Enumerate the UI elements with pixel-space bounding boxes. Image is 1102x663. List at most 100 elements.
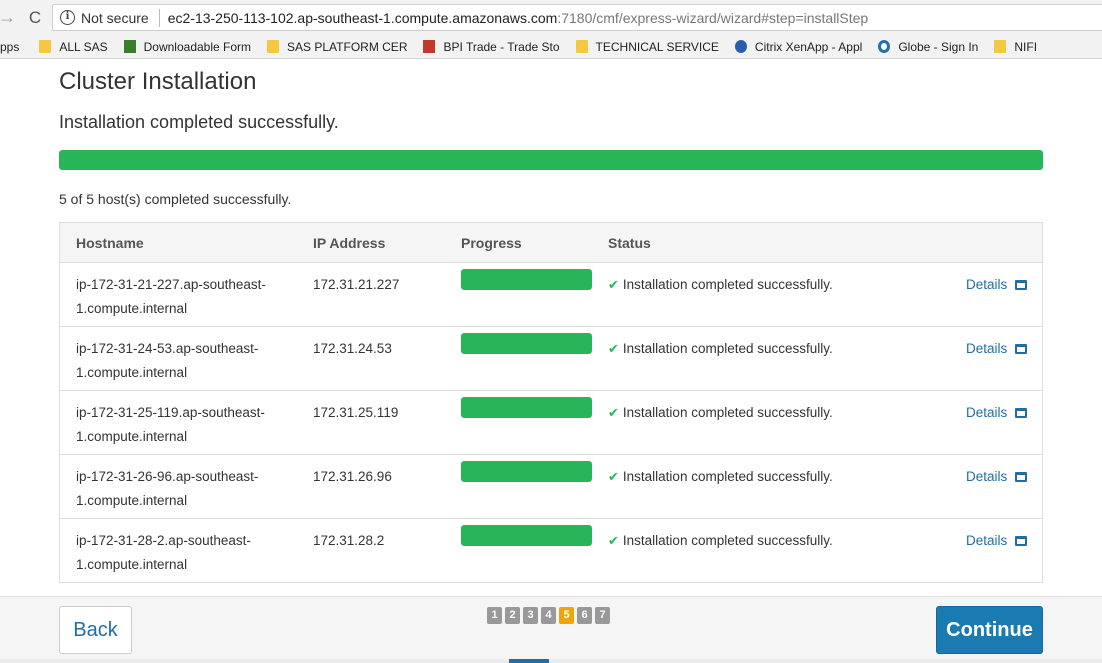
globe-icon bbox=[878, 40, 891, 53]
bookmarks-bar: Apps ALL SAS Downloadable Form SAS PLATF… bbox=[0, 35, 1102, 59]
hostname-line2: 1.compute.internal bbox=[76, 301, 188, 316]
details-link[interactable]: Details bbox=[966, 465, 1028, 489]
bookmark-sas-platform[interactable]: SAS PLATFORM CER bbox=[267, 40, 407, 54]
bookmark-nifi[interactable]: NIFI bbox=[994, 40, 1037, 54]
install-summary: Installation completed successfully. bbox=[59, 112, 339, 132]
column-header-progress: Progress bbox=[461, 235, 522, 251]
hostname-line2: 1.compute.internal bbox=[76, 557, 188, 572]
details-link[interactable]: Details bbox=[966, 401, 1028, 425]
hostname-cell: ip-172-31-24-53.ap-southeast- 1.compute.i… bbox=[76, 337, 296, 385]
ip-cell: 172.31.26.96 bbox=[313, 469, 392, 484]
ip-cell: 172.31.21.227 bbox=[313, 277, 400, 292]
omnibox-divider bbox=[158, 8, 160, 27]
popup-window-icon[interactable] bbox=[1015, 344, 1028, 354]
check-icon: ✔ bbox=[608, 533, 619, 548]
popup-window-icon[interactable] bbox=[1015, 280, 1028, 290]
reload-icon[interactable]: C bbox=[22, 8, 48, 28]
check-icon: ✔ bbox=[608, 405, 619, 420]
bookmark-technical-services[interactable]: TECHNICAL SERVICE bbox=[575, 40, 719, 54]
wizard-step[interactable]: 5 bbox=[559, 607, 574, 624]
wizard-step[interactable]: 1 bbox=[487, 607, 502, 624]
page-title: Cluster Installation bbox=[59, 68, 257, 95]
bookmark-label: SAS PLATFORM CER bbox=[287, 39, 408, 54]
taskbar-highlight bbox=[509, 659, 549, 663]
wizard-step[interactable]: 4 bbox=[541, 607, 556, 624]
wizard-step[interactable]: 7 bbox=[595, 607, 610, 624]
column-header-ip: IP Address bbox=[313, 235, 386, 251]
column-header-hostname: Hostname bbox=[76, 235, 144, 251]
popup-window-icon[interactable] bbox=[1015, 472, 1028, 482]
status-cell: ✔ Installation completed successfully. bbox=[608, 273, 833, 297]
hostname-line1: ip-172-31-24-53.ap-southeast- bbox=[76, 341, 259, 356]
bookmark-label: Apps bbox=[0, 39, 20, 54]
table-row: ip-172-31-25-119.ap-southeast- 1.compute.… bbox=[60, 391, 1042, 455]
address-bar[interactable]: i Not secure ec2-13-250-113-102.ap-south… bbox=[52, 4, 1102, 31]
details-link[interactable]: Details bbox=[966, 529, 1028, 553]
hosts-table: Hostname IP Address Progress Status ip-1… bbox=[59, 222, 1043, 583]
security-label[interactable]: Not secure bbox=[81, 10, 149, 26]
bookmark-globe[interactable]: Globe - Sign In bbox=[878, 40, 978, 54]
hostname-line2: 1.compute.internal bbox=[76, 365, 188, 380]
status-cell: ✔ Installation completed successfully. bbox=[608, 337, 833, 361]
host-progress-bar bbox=[461, 461, 592, 482]
check-icon: ✔ bbox=[608, 469, 619, 484]
url-path[interactable]: :7180/cmf/express-wizard/wizard#step=ins… bbox=[557, 10, 868, 26]
details-link[interactable]: Details bbox=[966, 337, 1028, 361]
overall-progress-bar bbox=[59, 150, 1043, 170]
red-app-icon bbox=[423, 40, 436, 53]
wizard-step-indicator: 1 2 3 4 5 6 7 bbox=[487, 607, 613, 624]
back-button[interactable]: Back bbox=[59, 606, 132, 654]
check-icon: ✔ bbox=[608, 277, 619, 292]
bookmark-bpi-trade[interactable]: BPI Trade - Trade Sto bbox=[423, 39, 560, 54]
host-progress-fill bbox=[461, 333, 592, 354]
host-progress-fill bbox=[461, 525, 592, 546]
ip-cell: 172.31.25.119 bbox=[313, 405, 399, 420]
popup-window-icon[interactable] bbox=[1015, 408, 1028, 418]
green-app-icon bbox=[123, 40, 136, 53]
status-cell: ✔ Installation completed successfully. bbox=[608, 401, 833, 425]
status-cell: ✔ Installation completed successfully. bbox=[608, 529, 833, 553]
status-text: Installation completed successfully. bbox=[622, 341, 833, 356]
bookmark-apps[interactable]: Apps bbox=[0, 40, 19, 54]
details-label[interactable]: Details bbox=[966, 529, 1007, 553]
details-label[interactable]: Details bbox=[966, 465, 1007, 489]
folder-icon bbox=[267, 40, 280, 53]
wizard-step[interactable]: 6 bbox=[577, 607, 592, 624]
status-text: Installation completed successfully. bbox=[622, 277, 833, 292]
ip-cell: 172.31.24.53 bbox=[313, 341, 392, 356]
bookmark-label: BPI Trade - Trade Sto bbox=[443, 39, 560, 54]
bookmark-label: Globe - Sign In bbox=[898, 39, 979, 54]
host-progress-bar bbox=[461, 397, 592, 418]
bookmark-all-sas[interactable]: ALL SAS bbox=[39, 40, 108, 54]
forward-arrow-icon[interactable]: → bbox=[0, 7, 18, 28]
folder-icon bbox=[994, 40, 1007, 53]
popup-window-icon[interactable] bbox=[1015, 536, 1028, 546]
details-label[interactable]: Details bbox=[966, 401, 1007, 425]
host-progress-fill bbox=[461, 397, 592, 418]
details-link[interactable]: Details bbox=[966, 273, 1028, 297]
hosts-count: 5 of 5 host(s) completed successfully. bbox=[59, 191, 292, 207]
status-text: Installation completed successfully. bbox=[622, 533, 833, 548]
details-label[interactable]: Details bbox=[966, 273, 1007, 297]
details-label[interactable]: Details bbox=[966, 337, 1007, 361]
browser-toolbar: → C i Not secure ec2-13-250-113-102.ap-s… bbox=[0, 0, 1102, 35]
hostname-line2: 1.compute.internal bbox=[76, 493, 188, 508]
citrix-icon bbox=[734, 40, 747, 53]
hostname-line1: ip-172-31-26-96.ap-southeast- bbox=[76, 469, 259, 484]
host-progress-bar bbox=[461, 333, 592, 354]
continue-button[interactable]: Continue bbox=[936, 606, 1043, 654]
host-progress-bar bbox=[461, 525, 592, 546]
url-host[interactable]: ec2-13-250-113-102.ap-southeast-1.comput… bbox=[168, 10, 558, 26]
wizard-step[interactable]: 3 bbox=[523, 607, 538, 624]
status-text: Installation completed successfully. bbox=[622, 405, 833, 420]
hostname-cell: ip-172-31-26-96.ap-southeast- 1.compute.i… bbox=[76, 465, 296, 513]
host-progress-fill bbox=[461, 461, 592, 482]
hostname-line1: ip-172-31-25-119.ap-southeast- bbox=[76, 405, 265, 420]
info-icon[interactable]: i bbox=[60, 10, 75, 25]
bookmark-downloadable-forms[interactable]: Downloadable Form bbox=[123, 40, 251, 54]
hostname-line2: 1.compute.internal bbox=[76, 429, 188, 444]
folder-icon bbox=[39, 40, 52, 53]
wizard-step[interactable]: 2 bbox=[505, 607, 520, 624]
bottom-scroll-strip bbox=[0, 659, 1102, 663]
bookmark-citrix[interactable]: Citrix XenApp - Appl bbox=[734, 40, 862, 54]
